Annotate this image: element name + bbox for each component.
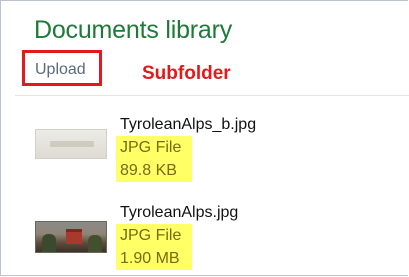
file-item[interactable]: TyroleanAlps_b.jpg JPG File 89.8 KB	[1, 111, 409, 189]
file-item[interactable]: TyroleanAlps.jpg JPG File 1.90 MB	[1, 199, 409, 277]
file-size: 89.8 KB	[116, 159, 192, 182]
file-type: JPG File	[116, 224, 192, 247]
file-size: 1.90 MB	[116, 247, 192, 270]
upload-link[interactable]: Upload	[35, 60, 86, 80]
file-name[interactable]: TyroleanAlps.jpg	[120, 203, 238, 223]
subfolder-annotation: Subfolder	[142, 63, 231, 84]
library-title: Documents library	[34, 16, 233, 44]
file-name[interactable]: TyroleanAlps_b.jpg	[120, 115, 256, 135]
documents-library-panel: Documents library Upload Subfolder Tyrol…	[0, 0, 409, 277]
image-thumbnail[interactable]	[35, 129, 107, 159]
image-thumbnail[interactable]	[35, 221, 107, 253]
divider	[15, 95, 409, 96]
file-type: JPG File	[116, 136, 192, 159]
